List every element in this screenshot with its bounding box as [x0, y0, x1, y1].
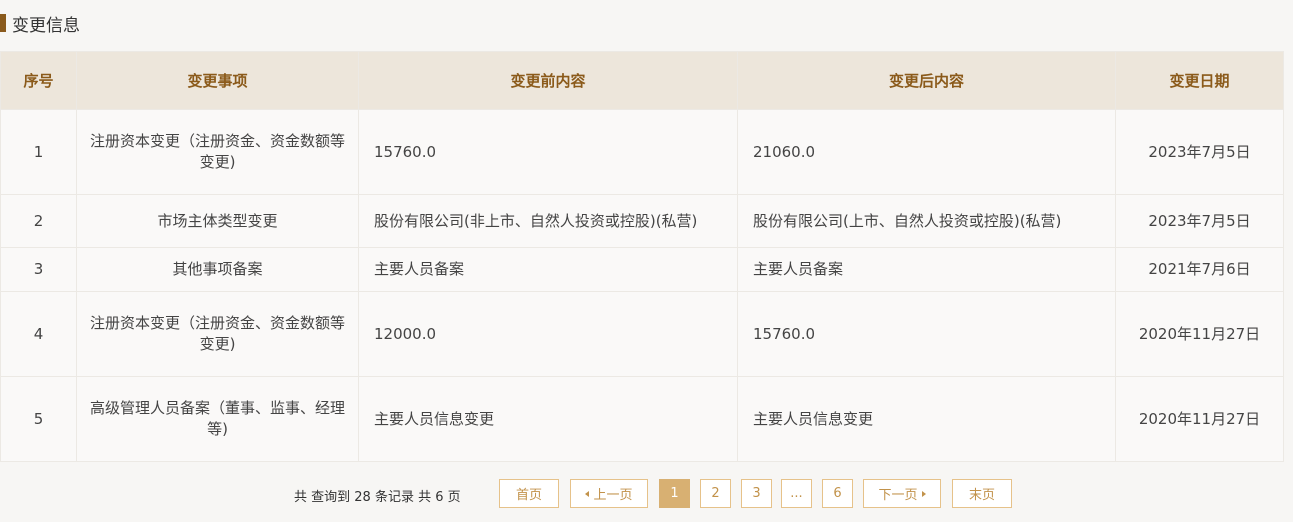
pagination-summary: 共 查询到 28 条记录 共 6 页	[294, 490, 461, 505]
cell-before: 股份有限公司(非上市、自然人投资或控股)(私营)	[358, 194, 738, 248]
cell-date: 2020年11月27日	[1115, 376, 1284, 462]
first-page-label: 首页	[515, 488, 542, 503]
col-header-date: 变更日期	[1115, 51, 1284, 110]
cell-no: 5	[0, 376, 77, 462]
section-title: 变更信息	[12, 15, 80, 36]
prev-page-label: 上一页	[593, 488, 633, 503]
cell-date: 2023年7月5日	[1115, 194, 1284, 248]
prev-page-button[interactable]: 上一页	[570, 479, 648, 508]
page-button-1[interactable]: 1	[659, 479, 690, 508]
cell-date: 2021年7月6日	[1115, 247, 1284, 292]
next-page-button[interactable]: 下一页	[863, 479, 941, 508]
cell-item: 市场主体类型变更	[76, 194, 359, 248]
first-page-button[interactable]: 首页	[499, 479, 559, 508]
cell-after: 21060.0	[737, 109, 1116, 195]
last-page-button[interactable]: 末页	[952, 479, 1012, 508]
cell-before: 主要人员信息变更	[358, 376, 738, 462]
cell-after: 15760.0	[737, 291, 1116, 377]
cell-item: 高级管理人员备案（董事、监事、经理等)	[76, 376, 359, 462]
cell-date: 2020年11月27日	[1115, 291, 1284, 377]
page-number: 6	[833, 486, 842, 501]
cell-before: 主要人员备案	[358, 247, 738, 292]
col-header-after: 变更后内容	[737, 51, 1116, 110]
col-header-item: 变更事项	[76, 51, 359, 110]
cell-before: 12000.0	[358, 291, 738, 377]
page-button-2[interactable]: 2	[700, 479, 731, 508]
cell-date: 2023年7月5日	[1115, 109, 1284, 195]
table-row: 1 注册资本变更（注册资金、资金数额等变更) 15760.0 21060.0 2…	[0, 109, 1284, 195]
cell-item: 注册资本变更（注册资金、资金数额等变更)	[76, 291, 359, 377]
pagination: 共 查询到 28 条记录 共 6 页 首页 上一页 1 2 3 ... 6 下一…	[0, 479, 1293, 510]
table-row: 4 注册资本变更（注册资金、资金数额等变更) 12000.0 15760.0 2…	[0, 291, 1284, 377]
page-button-6[interactable]: 6	[822, 479, 853, 508]
cell-no: 4	[0, 291, 77, 377]
chevron-left-icon	[585, 490, 590, 497]
page-number: 2	[711, 486, 720, 501]
page-number: 1	[670, 486, 679, 501]
cell-after: 主要人员备案	[737, 247, 1116, 292]
page-button-3[interactable]: 3	[741, 479, 772, 508]
cell-no: 1	[0, 109, 77, 195]
col-header-no: 序号	[0, 51, 77, 110]
cell-before: 15760.0	[358, 109, 738, 195]
next-page-label: 下一页	[878, 488, 918, 503]
ellipsis-label: ...	[790, 486, 803, 501]
cell-no: 3	[0, 247, 77, 292]
chevron-right-icon	[921, 490, 926, 497]
cell-after: 股份有限公司(上市、自然人投资或控股)(私营)	[737, 194, 1116, 248]
cell-item: 注册资本变更（注册资金、资金数额等变更)	[76, 109, 359, 195]
page-ellipsis: ...	[781, 479, 812, 508]
cell-no: 2	[0, 194, 77, 248]
title-accent-bar	[0, 14, 6, 32]
table-row: 5 高级管理人员备案（董事、监事、经理等) 主要人员信息变更 主要人员信息变更 …	[0, 376, 1284, 462]
col-header-before: 变更前内容	[358, 51, 738, 110]
cell-after: 主要人员信息变更	[737, 376, 1116, 462]
page-number: 3	[752, 486, 761, 501]
table-row: 3 其他事项备案 主要人员备案 主要人员备案 2021年7月6日	[0, 247, 1284, 292]
cell-item: 其他事项备案	[76, 247, 359, 292]
change-records-table: 序号 变更事项 变更前内容 变更后内容 变更日期 1 注册资本变更（注册资金、资…	[0, 51, 1284, 462]
last-page-label: 末页	[968, 488, 995, 503]
table-row: 2 市场主体类型变更 股份有限公司(非上市、自然人投资或控股)(私营) 股份有限…	[0, 194, 1284, 248]
table-header-row: 序号 变更事项 变更前内容 变更后内容 变更日期	[0, 51, 1284, 110]
section-header: 变更信息	[0, 11, 80, 36]
